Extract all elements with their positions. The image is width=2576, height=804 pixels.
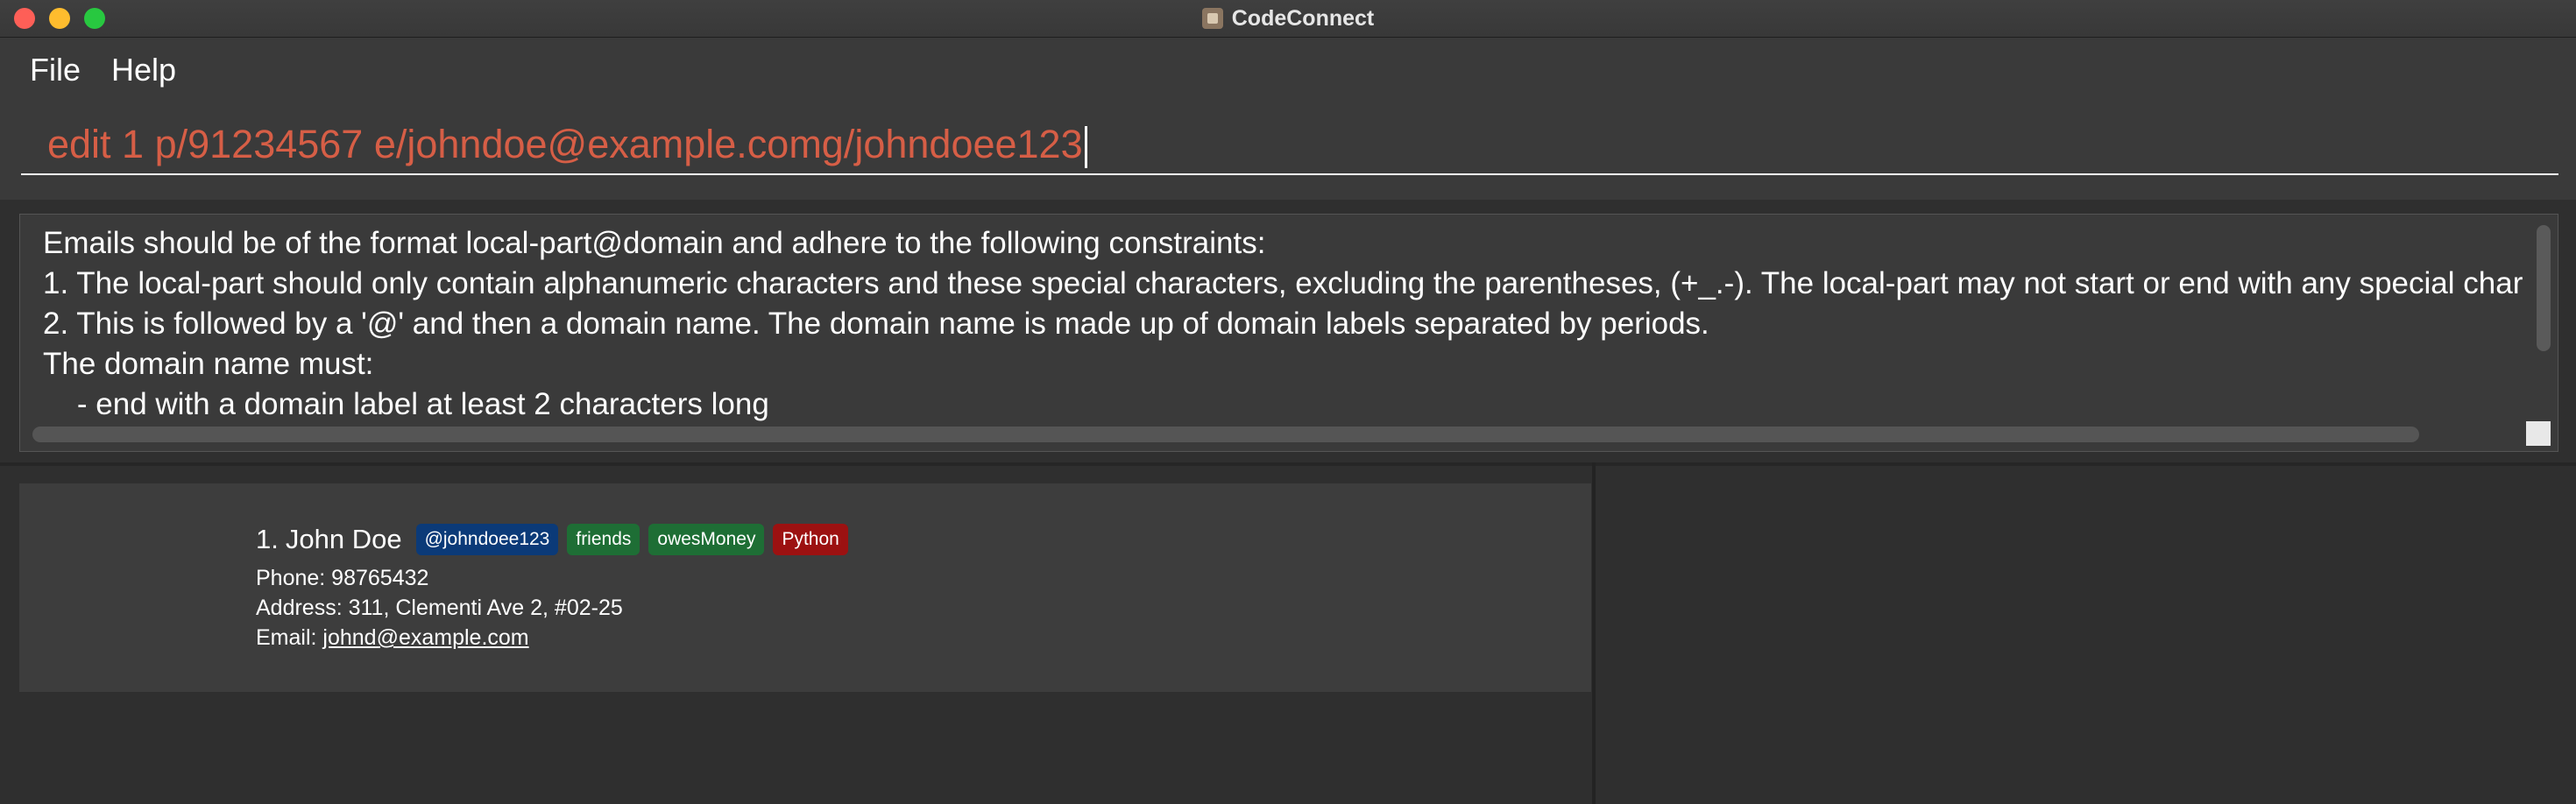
person-email: Email: johnd@example.com — [256, 625, 529, 651]
tag-label: friends — [567, 524, 640, 555]
vertical-scrollbar[interactable] — [2537, 225, 2551, 351]
email-link[interactable]: johnd@example.com — [322, 625, 528, 650]
person-name: John Doe — [285, 524, 402, 554]
tag-label: Python — [773, 524, 848, 555]
result-line: 2. This is followed by a '@' and then a … — [43, 307, 1709, 341]
menu-file[interactable]: File — [30, 52, 81, 88]
email-label: Email: — [256, 625, 323, 650]
horizontal-scrollbar[interactable] — [32, 427, 2419, 442]
menu-help[interactable]: Help — [111, 52, 176, 88]
command-text: edit 1 p/91234567 e/johndoe@example.comg… — [47, 122, 1083, 166]
person-card-header: 1. John Doe @johndoee123 friends owesMon… — [256, 524, 848, 555]
person-index: 1. — [256, 524, 279, 554]
text-caret — [1084, 126, 1087, 169]
person-address: Address: 311, Clementi Ave 2, #02-25 — [256, 596, 623, 620]
split-border — [0, 462, 2576, 466]
result-line: 1. The local-part should only contain al… — [43, 266, 2523, 300]
tag-label: owesMoney — [648, 524, 765, 555]
scroll-corner — [2526, 421, 2551, 446]
split-pane-divider[interactable] — [1592, 462, 1596, 804]
person-phone: Phone: 98765432 — [256, 566, 429, 590]
result-line: The domain name must: — [43, 347, 374, 381]
contact-book-icon — [1201, 8, 1223, 29]
tag-label: @johndoee123 — [415, 524, 559, 555]
person-card[interactable]: 1. John Doe @johndoee123 friends owesMon… — [19, 483, 1591, 692]
window-title: CodeConnect — [1231, 5, 1375, 31]
result-display: Emails should be of the format local-par… — [19, 214, 2558, 452]
result-line: Emails should be of the format local-par… — [43, 226, 1266, 260]
result-text: Emails should be of the format local-par… — [43, 223, 2523, 425]
command-input[interactable]: edit 1 p/91234567 e/johndoe@example.comg… — [21, 114, 2558, 175]
menu-bar: File Help — [0, 38, 2576, 102]
command-box: edit 1 p/91234567 e/johndoe@example.comg… — [0, 102, 2576, 200]
title-bar: CodeConnect — [0, 0, 2576, 38]
result-line: - end with a domain label at least 2 cha… — [43, 387, 769, 421]
